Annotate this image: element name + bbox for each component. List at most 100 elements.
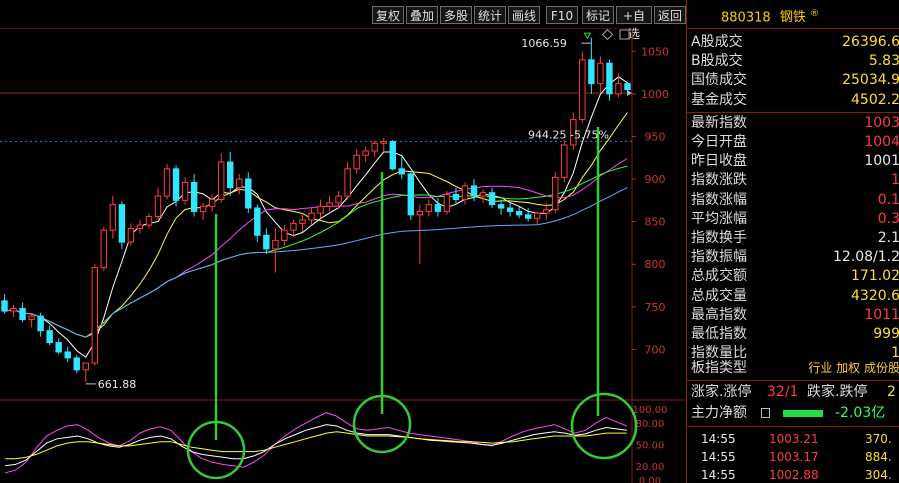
quote-label: 指数换手 xyxy=(691,230,747,246)
mark-button[interactable]: 标记 xyxy=(582,6,614,24)
overlay-button[interactable]: 叠加 xyxy=(406,6,438,24)
up-count-label: 涨家.涨停 xyxy=(691,384,752,400)
table-icon[interactable] xyxy=(761,408,770,418)
low-price-label: 661.88 xyxy=(98,378,136,391)
statistics-button[interactable]: 统计 xyxy=(474,6,506,24)
candle-down xyxy=(515,210,523,216)
quote-label: 总成交额 xyxy=(691,268,747,285)
indicator-line xyxy=(5,424,627,467)
quote-row: 昨日收盘 1001 xyxy=(687,152,899,171)
candle-down xyxy=(488,192,496,206)
restore-rights-button[interactable]: 复权 xyxy=(372,6,404,24)
candle-up xyxy=(100,229,108,269)
f10-button[interactable]: F10 xyxy=(546,6,578,24)
candle-up xyxy=(163,168,171,197)
candle-down xyxy=(73,357,80,371)
candle-up xyxy=(371,142,378,152)
candle-down xyxy=(263,234,270,250)
candle-up xyxy=(479,192,487,197)
quote-row: 总成交额 171.02 xyxy=(687,267,899,286)
quote-label: 基金成交 xyxy=(691,91,747,108)
candle-up xyxy=(533,212,541,219)
candle-up xyxy=(217,161,225,201)
maximize-icon[interactable] xyxy=(619,29,630,40)
quote-value: 999 xyxy=(873,326,899,342)
tick-time: 14:55 xyxy=(701,468,736,482)
candle-up xyxy=(154,195,162,218)
tick-price: 1002.88 xyxy=(769,468,819,482)
quote-row: 指数换手 2.1 xyxy=(687,229,899,248)
quote-label: B股成交 xyxy=(691,53,743,70)
limit-stats-row: 涨家.涨停 32/1 跌家.跌停 2 xyxy=(687,383,899,402)
draw-line-button[interactable]: 画线 xyxy=(508,6,540,24)
quote-row: B股成交 5.83 xyxy=(687,52,899,71)
candle-up xyxy=(317,205,324,214)
candle-up xyxy=(272,239,279,250)
stock-code: 880318 xyxy=(721,10,771,26)
candle-up xyxy=(425,204,433,212)
down-count-label: 跌家.跌停 xyxy=(807,384,868,400)
tick-row: 14:55 1003.21 370. xyxy=(687,429,899,449)
indicator-tick-label: 0.00 xyxy=(639,476,661,483)
add-watchlist-button[interactable]: +自选 xyxy=(616,6,652,41)
candle-up xyxy=(10,308,17,312)
indicator-tick-label: 50.00 xyxy=(636,441,665,452)
price-tick-label: 850 xyxy=(645,216,666,229)
arrow-down-icon xyxy=(583,32,592,40)
chart-toolbar: 复权 叠加 多股 统计 画线 F10 标记 +自选 返回 xyxy=(0,0,686,41)
candle-up xyxy=(416,210,424,216)
candle-up xyxy=(579,59,586,120)
indicator-panel: 100.00 80.00 50.00 20.00 0.00 xyxy=(5,405,668,483)
candle-up xyxy=(353,154,360,170)
quote-value: 1003 xyxy=(864,114,899,131)
quote-label: 指数涨幅 xyxy=(691,191,747,208)
candlestick-series xyxy=(1,37,631,382)
candle-up xyxy=(615,83,622,95)
candle-down xyxy=(606,62,613,95)
candle-up xyxy=(136,224,144,229)
back-button[interactable]: 返回 xyxy=(654,6,686,24)
quote-panel: 880318 钢铁 ® A股成交 26396.6 B股成交 5.83 国债成交 25034… xyxy=(686,0,899,483)
quote-value: 2.1 xyxy=(877,230,899,246)
price-axis: 700 750 800 850 900 950 1000 1050 xyxy=(632,45,669,356)
candle-down xyxy=(227,161,234,189)
quote-value: 12.08/1.2 xyxy=(832,249,899,266)
price-tick-label: 800 xyxy=(645,258,666,271)
price-tick-label: 1000 xyxy=(641,88,669,101)
candle-down xyxy=(118,204,126,243)
candle-down xyxy=(37,315,44,332)
indicator-tick-label: 80.00 xyxy=(636,419,665,430)
stock-header: 880318 钢铁 ® xyxy=(687,0,899,28)
quote-value: 1004 xyxy=(864,134,899,150)
quote-value: 4320.6 xyxy=(851,287,899,304)
quote-row: 今日开盘 1004 xyxy=(687,133,899,152)
quote-row: 指数涨跌 1 xyxy=(687,171,899,190)
flow-bar xyxy=(783,410,823,417)
main-flow-row: 主力净额 -2.03亿 xyxy=(687,404,899,423)
quote-value: 0.3 xyxy=(877,210,899,227)
candle-up xyxy=(281,229,288,241)
quote-label: 总成交量 xyxy=(691,287,747,304)
quote-value: 171.02 xyxy=(851,268,899,285)
tick-price: 1003.17 xyxy=(769,450,819,464)
price-tick-label: 950 xyxy=(645,130,666,143)
candle-up xyxy=(91,267,99,364)
quote-value: 1 xyxy=(891,171,899,190)
multi-stock-button[interactable]: 多股 xyxy=(440,6,472,24)
candle-down xyxy=(524,214,532,219)
candle-up xyxy=(335,195,342,204)
board-type-label: 板指类型 xyxy=(691,360,747,376)
tick-row: 14:55 1003.17 884. xyxy=(687,447,899,467)
diamond-icon[interactable] xyxy=(601,28,614,41)
quote-label: 最高指数 xyxy=(691,306,747,323)
tick-time: 14:55 xyxy=(701,432,736,446)
board-type-options[interactable]: 行业 加权 成份股 xyxy=(808,359,899,378)
kline-chart[interactable]: 700 750 800 850 900 950 1000 1050 100.00 80.00 50… xyxy=(0,28,686,483)
candle-up xyxy=(127,227,135,243)
annotations xyxy=(85,32,638,480)
chart-labels: 1066.59 661.88 944.25 -5.75% xyxy=(98,37,609,391)
quote-row: 国债成交 25034.9 xyxy=(687,71,899,90)
quote-row: A股成交 26396.6 xyxy=(687,33,899,52)
quote-label: 指数涨跌 xyxy=(691,172,747,189)
quote-label: 国债成交 xyxy=(691,72,747,89)
